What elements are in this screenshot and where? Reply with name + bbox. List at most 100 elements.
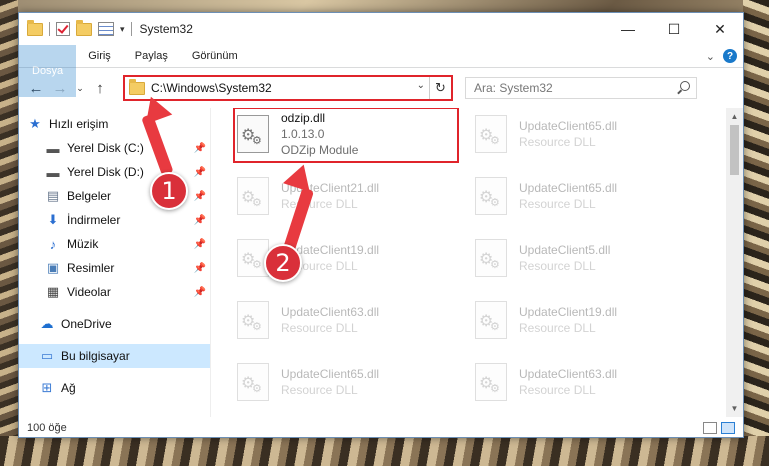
pin-icon[interactable]: 📌 [194,143,206,154]
file-description: Resource DLL [519,197,596,211]
file-description: Resource DLL [281,321,358,335]
file-description: Resource DLL [519,259,596,273]
toolbar-separator [49,22,50,36]
file-item[interactable]: UpdateClient65.dll Resource DLL [471,170,709,222]
dll-file-icon [475,115,507,153]
ribbon-tabs: Dosya Giriş Paylaş Görünüm ⌄ ? [19,45,743,97]
vertical-scrollbar[interactable]: ▲ ▼ [726,108,743,417]
sidebar-item-label: Hızlı erişim [49,117,109,131]
file-name: UpdateClient19.dll [519,305,618,319]
file-name: UpdateClient65.dll [519,119,618,133]
desktop-background-left [0,0,18,466]
file-description: Resource DLL [519,383,596,397]
sidebar-item-label: Bu bilgisayar [61,349,130,363]
sidebar-item-label: Yerel Disk (C:) [67,141,144,155]
dll-file-icon [475,363,507,401]
tab-view[interactable]: Görünüm [180,45,250,67]
minimize-button[interactable]: — [605,13,651,45]
folder-icon [129,78,145,95]
properties-icon[interactable] [98,22,114,36]
address-row: ← → ⌄ ↑ C:\Windows\System32 ⌄ ↻ [19,68,743,108]
file-description: Resource DLL [519,321,596,335]
file-name: UpdateClient63.dll [519,367,618,381]
pin-icon[interactable]: 📌 [194,263,206,274]
sidebar-item-this-pc[interactable]: ▭ Bu bilgisayar [19,344,210,368]
file-item[interactable]: UpdateClient65.dll Resource DLL [233,356,471,408]
step-1-badge: 1 [150,172,188,210]
file-item[interactable]: UpdateClient5.dll Resource DLL [471,232,709,284]
search-input[interactable] [474,81,664,95]
file-name: UpdateClient65.dll [519,181,618,195]
pictures-icon: ▣ [46,260,60,275]
desktop-background-right [743,0,769,466]
new-folder-icon[interactable] [76,19,92,36]
file-description: Resource DLL [281,383,358,397]
drive-icon: ▬ [46,140,60,156]
search-box[interactable] [465,77,697,99]
properties-check-icon[interactable] [56,22,70,36]
tab-file[interactable]: Dosya [19,45,77,97]
scroll-up-arrow-icon[interactable]: ▲ [726,108,743,125]
item-count: 100 öğe [27,422,67,434]
up-arrow-icon[interactable]: ↑ [89,80,111,97]
view-toggles [703,422,743,434]
sidebar-item-videos[interactable]: ▦ Videolar 📌 [19,280,210,304]
details-view-icon[interactable] [703,422,717,434]
sidebar-item-label: Belgeler [67,189,112,203]
explorer-window: ▾ System32 — ☐ ✕ Dosya Giriş Paylaş Görü… [18,12,744,438]
file-item[interactable]: UpdateClient19.dll Resource DLL [471,294,709,346]
computer-icon: ▭ [40,348,54,363]
address-bar[interactable]: C:\Windows\System32 ⌄ ↻ [123,75,453,101]
refresh-icon[interactable]: ↻ [429,77,451,99]
file-item[interactable]: UpdateClient65.dll Resource DLL [471,108,709,160]
title-bar: ▾ System32 — ☐ ✕ [19,13,743,45]
file-description: Resource DLL [519,135,596,149]
pin-icon[interactable]: 📌 [194,167,206,178]
sidebar-item-network[interactable]: ⊞ Ağ [19,376,210,400]
sidebar-item-label: Müzik [67,237,99,251]
sidebar-item-quick-access[interactable]: ★ Hızlı erişim [19,112,210,136]
customize-toolbar-chevron-icon[interactable]: ▾ [120,24,125,35]
cloud-icon: ☁ [40,316,54,331]
expand-ribbon-chevron-icon[interactable]: ⌄ [706,50,715,63]
download-icon: ⬇ [47,212,59,227]
sidebar-item-label: İndirmeler [67,213,121,227]
network-icon: ⊞ [41,380,53,395]
tab-share[interactable]: Paylaş [123,45,180,67]
sidebar-item-downloads[interactable]: ⬇ İndirmeler 📌 [19,208,210,232]
main-area: ★ Hızlı erişim ▬ Yerel Disk (C:) 📌 ▬ Yer… [19,108,743,417]
close-button[interactable]: ✕ [697,13,743,45]
file-item[interactable]: UpdateClient63.dll Resource DLL [471,356,709,408]
pin-icon[interactable]: 📌 [194,287,206,298]
file-item[interactable]: UpdateClient21.dll Resource DLL [233,170,471,222]
desktop-background-bottom [0,436,769,466]
address-path[interactable]: C:\Windows\System32 [151,81,272,95]
file-name: UpdateClient65.dll [281,367,380,381]
sidebar-item-label: Yerel Disk (D:) [67,165,144,179]
scroll-down-arrow-icon[interactable]: ▼ [726,400,743,417]
pin-icon[interactable]: 📌 [194,239,206,250]
maximize-button[interactable]: ☐ [651,13,697,45]
pin-icon[interactable]: 📌 [194,191,206,202]
sidebar-item-music[interactable]: ♪ Müzik 📌 [19,232,210,256]
status-bar: 100 öğe [19,417,743,439]
file-highlight-box [233,108,459,163]
file-name: UpdateClient63.dll [281,305,380,319]
quick-access-toolbar: ▾ [19,19,132,36]
sidebar-item-onedrive[interactable]: ☁ OneDrive [19,312,210,336]
help-icon[interactable]: ? [723,49,737,63]
file-item[interactable]: UpdateClient63.dll Resource DLL [233,294,471,346]
address-dropdown-chevron-icon[interactable]: ⌄ [417,80,425,91]
dll-file-icon [237,301,269,339]
sidebar-item-pictures[interactable]: ▣ Resimler 📌 [19,256,210,280]
sidebar-item-label: Ağ [61,381,76,395]
pin-icon[interactable]: 📌 [194,215,206,226]
dll-file-icon [237,363,269,401]
sidebar-item-label: OneDrive [61,317,112,331]
tab-home[interactable]: Giriş [76,45,123,67]
sidebar-item-label: Resimler [67,261,115,275]
scrollbar-thumb[interactable] [730,125,739,175]
large-icons-view-icon[interactable] [721,422,735,434]
sidebar-item-local-disk-c[interactable]: ▬ Yerel Disk (C:) 📌 [19,136,210,160]
window-title: System32 [139,22,193,36]
